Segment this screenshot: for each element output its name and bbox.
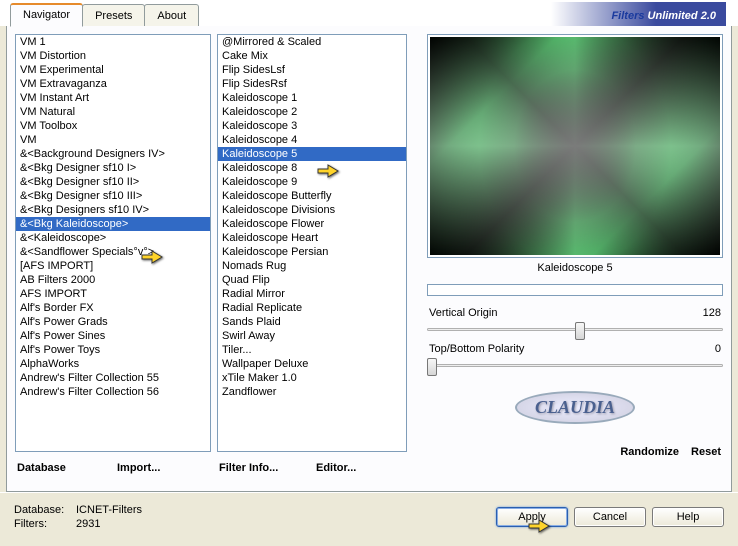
import-button[interactable]: Import... xyxy=(115,458,211,478)
filter-info-button[interactable]: Filter Info... xyxy=(217,458,310,478)
list-item[interactable]: &<Bkg Designer sf10 II> xyxy=(16,175,210,189)
list-item[interactable]: Kaleidoscope 5 xyxy=(218,147,406,161)
list-item[interactable]: &<Bkg Designers sf10 IV> xyxy=(16,203,210,217)
randomize-button[interactable]: Randomize xyxy=(618,442,681,462)
param-value: 0 xyxy=(715,343,721,355)
list-item[interactable]: Sands Plaid xyxy=(218,315,406,329)
preview-frame xyxy=(427,34,723,258)
list-item[interactable]: Alf's Power Sines xyxy=(16,329,210,343)
tab-about[interactable]: About xyxy=(144,4,199,26)
footer-info: Database:ICNET-Filters Filters:2931 xyxy=(14,504,142,530)
list-item[interactable]: Kaleidoscope 1 xyxy=(218,91,406,105)
list-item[interactable]: xTile Maker 1.0 xyxy=(218,371,406,385)
list-item[interactable]: AB Filters 2000 xyxy=(16,273,210,287)
list-item[interactable]: AFS IMPORT xyxy=(16,287,210,301)
list-item[interactable]: @Mirrored & Scaled xyxy=(218,35,406,49)
list-item[interactable]: &<Background Designers IV> xyxy=(16,147,210,161)
list-item[interactable]: &<Bkg Kaleidoscope> xyxy=(16,217,210,231)
param-value: 128 xyxy=(703,307,721,319)
reset-button[interactable]: Reset xyxy=(689,442,723,462)
editor-button[interactable]: Editor... xyxy=(314,458,407,478)
list-item[interactable]: VM Experimental xyxy=(16,63,210,77)
list-item[interactable]: Swirl Away xyxy=(218,329,406,343)
list-item[interactable]: VM Toolbox xyxy=(16,119,210,133)
category-list[interactable]: VM 1VM DistortionVM ExperimentalVM Extra… xyxy=(16,35,210,451)
param-slider[interactable] xyxy=(427,356,723,376)
param-row: Vertical Origin 128 xyxy=(427,306,723,320)
list-item[interactable]: Alf's Power Grads xyxy=(16,315,210,329)
param-label: Top/Bottom Polarity xyxy=(429,343,524,355)
list-item[interactable]: Kaleidoscope Flower xyxy=(218,217,406,231)
list-item[interactable]: Radial Mirror xyxy=(218,287,406,301)
list-item[interactable]: Radial Replicate xyxy=(218,301,406,315)
category-list-container: VM 1VM DistortionVM ExperimentalVM Extra… xyxy=(15,34,211,452)
list-item[interactable]: VM xyxy=(16,133,210,147)
list-item[interactable]: VM Instant Art xyxy=(16,91,210,105)
list-item[interactable]: Kaleidoscope 2 xyxy=(218,105,406,119)
list-item[interactable]: Kaleidoscope 8 xyxy=(218,161,406,175)
list-item[interactable]: Andrew's Filter Collection 56 xyxy=(16,385,210,399)
list-item[interactable]: Kaleidoscope 9 xyxy=(218,175,406,189)
list-item[interactable]: Kaleidoscope Heart xyxy=(218,231,406,245)
progress-bar xyxy=(427,284,723,296)
preview-image xyxy=(430,37,720,255)
list-item[interactable]: Flip SidesRsf xyxy=(218,77,406,91)
list-item[interactable]: Quad Flip xyxy=(218,273,406,287)
watermark: CLAUDIA xyxy=(427,378,723,436)
list-item[interactable]: VM Extravaganza xyxy=(16,77,210,91)
help-button[interactable]: Help xyxy=(652,507,724,527)
tab-navigator[interactable]: Navigator xyxy=(10,3,83,27)
list-item[interactable]: Kaleidoscope Divisions xyxy=(218,203,406,217)
app-title: Filters Unlimited 2.0 xyxy=(551,2,726,26)
list-item[interactable]: &<Bkg Designer sf10 I> xyxy=(16,161,210,175)
filter-list[interactable]: @Mirrored & ScaledCake MixFlip SidesLsfF… xyxy=(218,35,406,451)
list-item[interactable]: &<Kaleidoscope> xyxy=(16,231,210,245)
list-item[interactable]: Zandflower xyxy=(218,385,406,399)
list-item[interactable]: VM Natural xyxy=(16,105,210,119)
list-item[interactable]: Tiler... xyxy=(218,343,406,357)
list-item[interactable]: Flip SidesLsf xyxy=(218,63,406,77)
preview-label: Kaleidoscope 5 xyxy=(427,262,723,274)
list-item[interactable]: Kaleidoscope 3 xyxy=(218,119,406,133)
list-item[interactable]: Nomads Rug xyxy=(218,259,406,273)
list-item[interactable]: Kaleidoscope Persian xyxy=(218,245,406,259)
list-item[interactable]: VM 1 xyxy=(16,35,210,49)
list-item[interactable]: AlphaWorks xyxy=(16,357,210,371)
list-item[interactable]: Alf's Power Toys xyxy=(16,343,210,357)
list-item[interactable]: Cake Mix xyxy=(218,49,406,63)
param-label: Vertical Origin xyxy=(429,307,497,319)
list-item[interactable]: &<Sandflower Specials°v°> xyxy=(16,245,210,259)
database-button[interactable]: Database xyxy=(15,458,111,478)
list-item[interactable]: [AFS IMPORT] xyxy=(16,259,210,273)
param-slider[interactable] xyxy=(427,320,723,340)
list-item[interactable]: VM Distortion xyxy=(16,49,210,63)
list-item[interactable]: Wallpaper Deluxe xyxy=(218,357,406,371)
list-item[interactable]: Kaleidoscope 4 xyxy=(218,133,406,147)
list-item[interactable]: Andrew's Filter Collection 55 xyxy=(16,371,210,385)
list-item[interactable]: Kaleidoscope Butterfly xyxy=(218,189,406,203)
filter-list-container: @Mirrored & ScaledCake MixFlip SidesLsfF… xyxy=(217,34,407,452)
tab-presets[interactable]: Presets xyxy=(82,4,145,26)
cancel-button[interactable]: Cancel xyxy=(574,507,646,527)
list-item[interactable]: &<Bkg Designer sf10 III> xyxy=(16,189,210,203)
apply-button[interactable]: Apply xyxy=(496,507,568,527)
param-row: Top/Bottom Polarity 0 xyxy=(427,342,723,356)
list-item[interactable]: Alf's Border FX xyxy=(16,301,210,315)
